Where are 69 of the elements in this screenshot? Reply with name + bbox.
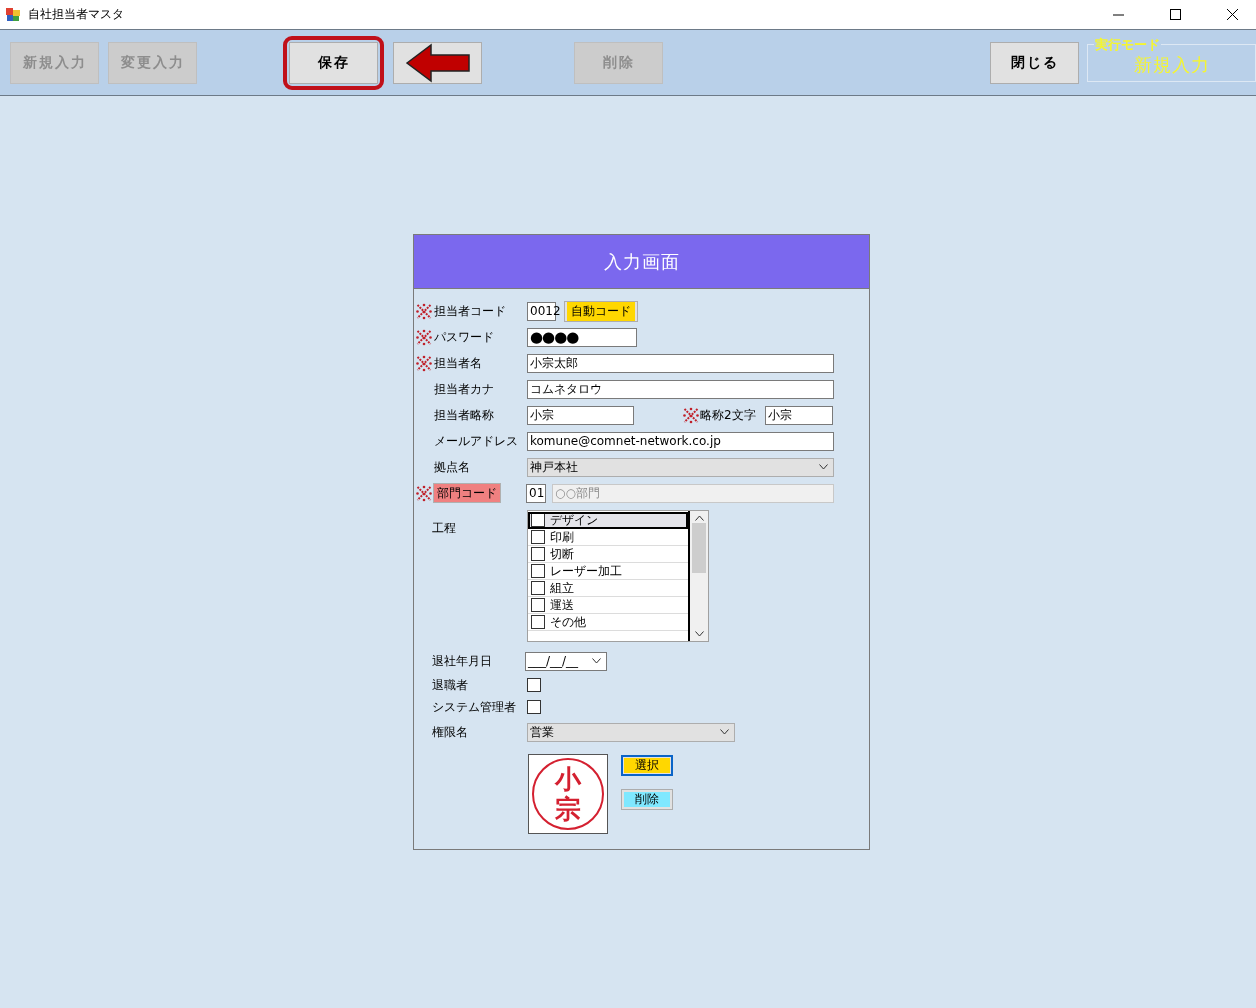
list-item[interactable]: 運送 bbox=[528, 597, 688, 614]
item-label: レーザー加工 bbox=[550, 562, 622, 580]
field-label: 担当者カナ bbox=[433, 380, 495, 398]
item-label: デザイン bbox=[550, 511, 598, 529]
blank-button[interactable] bbox=[393, 41, 482, 84]
item-label: その他 bbox=[550, 613, 586, 631]
input-field[interactable]: コムネタロウ bbox=[527, 379, 834, 399]
field-label: 担当者名 bbox=[433, 354, 483, 372]
auto-code-button[interactable]: 自動コード bbox=[564, 300, 638, 322]
window-title: 自社担当者マスタ bbox=[28, 6, 124, 23]
field-label: 退社年月日 bbox=[431, 652, 493, 670]
date-picker[interactable]: ___/__/__ bbox=[525, 651, 607, 671]
chevron-down-icon bbox=[720, 729, 729, 735]
field-label: メールアドレス bbox=[433, 432, 519, 450]
maximize-icon[interactable] bbox=[1170, 9, 1181, 20]
checkbox[interactable] bbox=[531, 581, 545, 595]
list-item[interactable]: 組立 bbox=[528, 580, 688, 597]
input-field[interactable]: 小宗 bbox=[527, 405, 634, 425]
list-item[interactable]: 切断 bbox=[528, 546, 688, 563]
chevron-down-icon bbox=[819, 464, 828, 470]
item-label: 印刷 bbox=[550, 528, 574, 546]
field-label: 略称2文字 bbox=[700, 406, 757, 424]
item-label: 組立 bbox=[550, 579, 574, 597]
scrollbar-thumb[interactable] bbox=[692, 523, 706, 573]
password-field[interactable]: ●●●● bbox=[527, 327, 637, 347]
chevron-down-icon bbox=[592, 658, 601, 664]
field-label: システム管理者 bbox=[431, 698, 517, 716]
toolbar-button[interactable]: 閉じる bbox=[990, 41, 1079, 84]
field-label: パスワード bbox=[433, 328, 495, 346]
seal-image: 小 宗 bbox=[528, 754, 608, 834]
list-item[interactable]: レーザー加工 bbox=[528, 563, 688, 580]
mode-legend: 実行モード bbox=[1094, 35, 1161, 54]
checkbox[interactable] bbox=[531, 564, 545, 578]
checkbox[interactable] bbox=[527, 700, 541, 714]
checkbox[interactable] bbox=[527, 678, 541, 692]
item-label: 運送 bbox=[550, 596, 574, 614]
field-label: 担当者コード bbox=[433, 302, 507, 320]
field-label: 退職者 bbox=[431, 676, 469, 694]
scroll-down-icon[interactable] bbox=[694, 631, 704, 637]
input-field[interactable]: 01 bbox=[526, 483, 546, 503]
field-label: 担当者略称 bbox=[433, 406, 495, 424]
form-header: 入力画面 bbox=[414, 235, 869, 289]
dropdown[interactable]: 営業 bbox=[527, 722, 735, 742]
field-label: 部門コード bbox=[433, 483, 501, 503]
field-label: 拠点名 bbox=[433, 458, 471, 476]
input-field[interactable]: 小宗太郎 bbox=[527, 353, 834, 373]
mode-value: 新規入力 bbox=[1133, 52, 1210, 77]
toolbar-button[interactable]: 保存 bbox=[289, 41, 378, 84]
field-label: 権限名 bbox=[431, 723, 469, 741]
input-field[interactable]: komune@comnet-network.co.jp bbox=[527, 431, 834, 451]
input-field[interactable]: 小宗 bbox=[765, 405, 833, 425]
seal-button[interactable]: 削除 bbox=[621, 789, 673, 810]
checkbox[interactable] bbox=[531, 598, 545, 612]
app-icon bbox=[6, 7, 20, 22]
seal-button[interactable]: 選択 bbox=[621, 755, 673, 776]
list-item[interactable]: その他 bbox=[528, 614, 688, 631]
field-label: 工程 bbox=[431, 520, 457, 537]
checkbox[interactable] bbox=[531, 615, 545, 629]
input-field: ○○部門 bbox=[552, 483, 834, 503]
scroll-up-icon[interactable] bbox=[694, 515, 704, 521]
checkbox[interactable] bbox=[531, 513, 545, 527]
checkbox[interactable] bbox=[531, 530, 545, 544]
list-item[interactable]: デザイン bbox=[528, 512, 688, 529]
arrow-icon bbox=[404, 41, 471, 84]
item-label: 切断 bbox=[550, 545, 574, 563]
dropdown[interactable]: 神戸本社 bbox=[527, 457, 834, 477]
close-icon[interactable] bbox=[1227, 9, 1238, 20]
checkbox[interactable] bbox=[531, 547, 545, 561]
list-item[interactable]: 印刷 bbox=[528, 529, 688, 546]
